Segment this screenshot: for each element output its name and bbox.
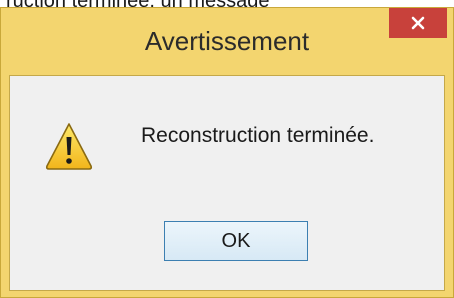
dialog-body: Reconstruction terminée. OK: [9, 75, 445, 291]
close-button[interactable]: [389, 8, 447, 38]
warning-icon: [45, 123, 93, 170]
dialog-message: Reconstruction terminée.: [141, 124, 375, 147]
warning-dialog: Avertissement Reconstruction terminée. O…: [0, 7, 454, 298]
dialog-title: Avertissement: [144, 26, 310, 56]
ok-button[interactable]: OK: [164, 221, 308, 261]
close-icon: [411, 16, 425, 30]
dialog-titlebar[interactable]: Avertissement: [1, 8, 453, 75]
